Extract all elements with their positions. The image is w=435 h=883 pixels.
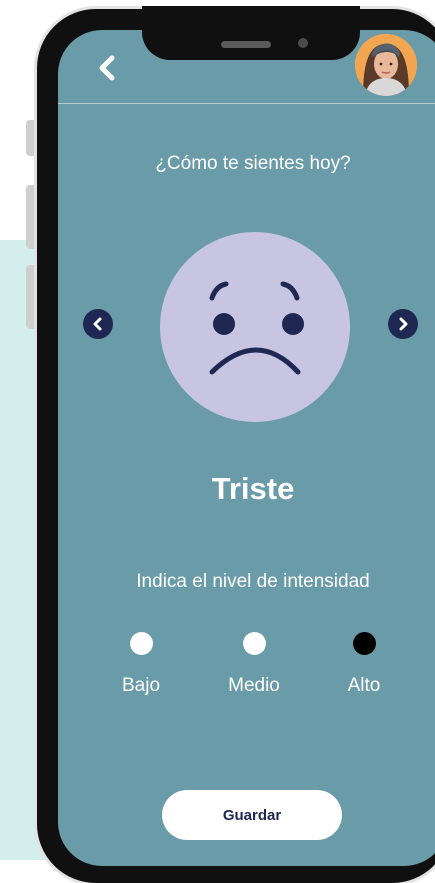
intensity-prompt: Indica el nivel de intensidad	[136, 571, 370, 592]
previous-emotion-button[interactable]	[83, 309, 113, 339]
page: ¿Cómo te sientes hoy? Triste Indica el n…	[0, 0, 435, 883]
radio-dot-unselected[interactable]	[242, 632, 266, 655]
chevron-right-icon	[399, 317, 408, 331]
emotion-label: Triste	[211, 471, 295, 506]
phone-camera	[298, 38, 308, 48]
mood-screen: ¿Cómo te sientes hoy? Triste Indica el n…	[58, 30, 435, 866]
phone-notch	[142, 6, 360, 60]
header-divider	[58, 103, 435, 104]
phone-speaker	[221, 41, 271, 48]
intensity-option-alto[interactable]: Alto	[319, 632, 409, 697]
avatar[interactable]	[355, 34, 417, 96]
intensity-option-medio[interactable]: Medio	[209, 632, 299, 697]
intensity-option-label: Alto	[347, 675, 381, 696]
mood-question: ¿Cómo te sientes hoy?	[155, 153, 351, 174]
back-button[interactable]	[92, 50, 122, 86]
save-button[interactable]: Guardar	[162, 790, 342, 840]
chevron-left-icon	[93, 317, 102, 331]
radio-dot-selected[interactable]	[352, 632, 376, 655]
sad-face-icon	[160, 232, 350, 422]
chevron-left-icon	[99, 55, 115, 81]
intensity-option-bajo[interactable]: Bajo	[96, 632, 186, 697]
next-emotion-button[interactable]	[388, 309, 418, 339]
radio-dot-unselected[interactable]	[129, 632, 153, 655]
user-avatar-icon	[355, 34, 417, 96]
intensity-option-label: Bajo	[121, 675, 161, 696]
intensity-option-label: Medio	[228, 675, 280, 696]
